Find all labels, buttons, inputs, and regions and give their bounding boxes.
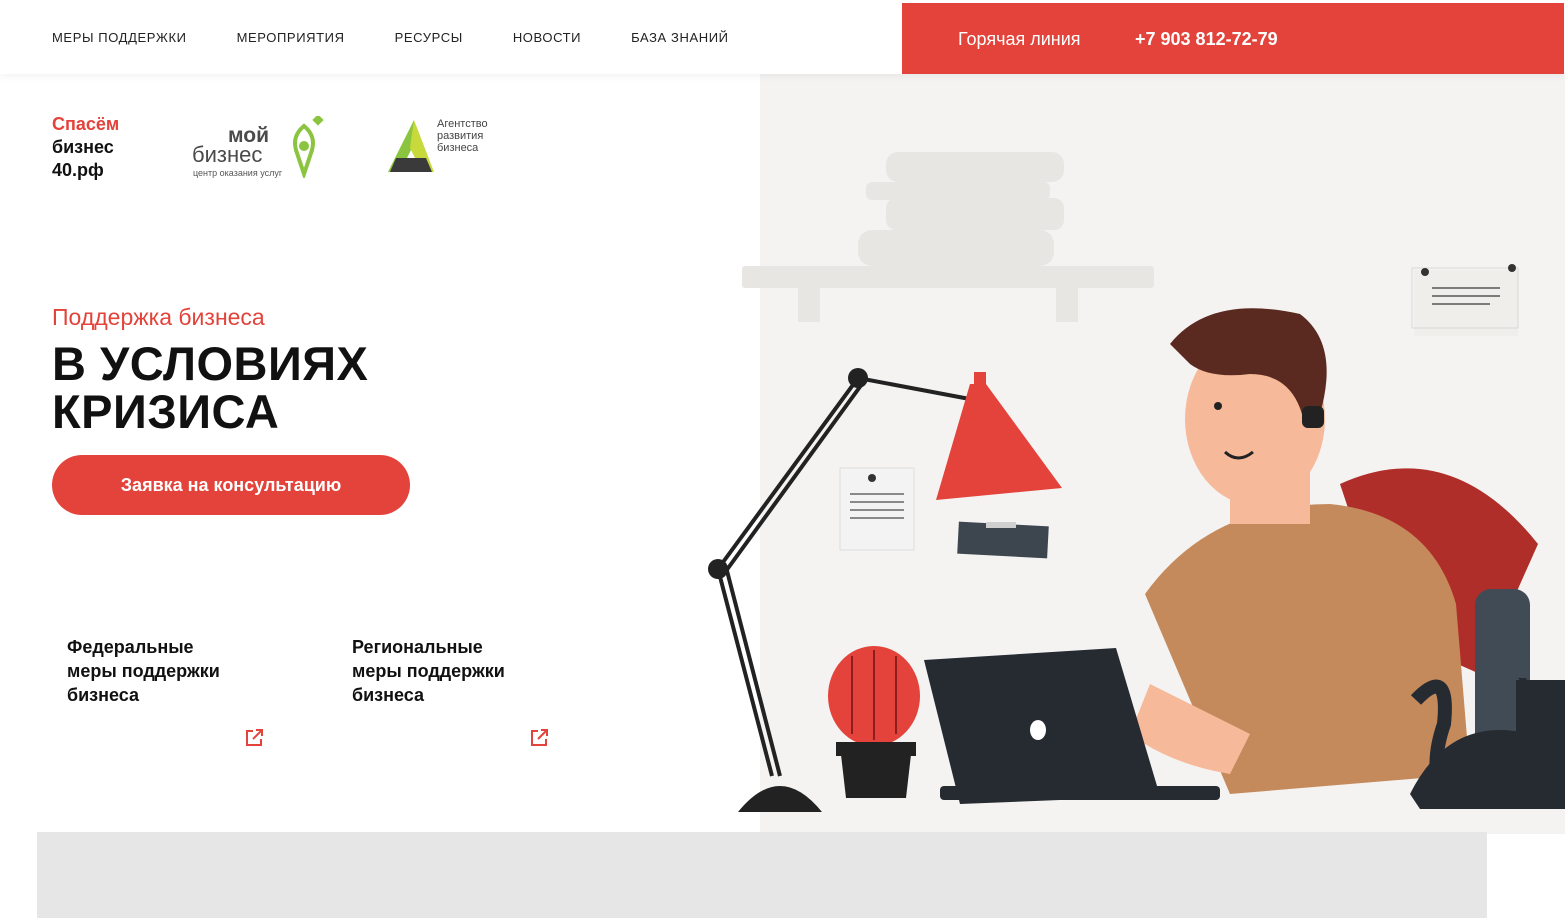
logo-moy-biznes[interactable]: мой бизнес центр оказания услуг — [192, 116, 332, 180]
federal-measures-card[interactable]: Федеральные меры поддержки бизнеса — [67, 635, 277, 707]
logo-spasem-line3: 40.рф — [52, 160, 104, 180]
logo-moy-line2: бизнес — [192, 142, 263, 167]
wall-note-right — [1411, 264, 1519, 336]
logo-moy-tagline: центр оказания услуг — [193, 168, 283, 178]
hero-title: В УСЛОВИЯХ КРИЗИСА — [52, 340, 368, 436]
external-link-icon[interactable] — [529, 728, 549, 748]
location-pin-icon — [293, 116, 324, 178]
bookshelf-illustration — [742, 152, 1154, 322]
nav-item-support-measures[interactable]: Меры поддержки — [52, 30, 187, 45]
hero-title-line2: КРИЗИСА — [52, 385, 280, 438]
logo-agency-text: Агентство развития бизнеса — [437, 118, 488, 154]
nav-item-resources[interactable]: Ресурсы — [395, 30, 463, 45]
next-section-strip — [37, 832, 1487, 918]
logo-spasem-line1: Спасём — [52, 114, 120, 134]
hotline-phone-link[interactable]: +7 903 812-72-79 — [1135, 29, 1278, 50]
logo-agency-line1: Агентство — [437, 118, 488, 130]
consultation-request-button[interactable]: Заявка на консультацию — [52, 455, 410, 515]
agency-triangle-logo-icon — [388, 120, 434, 172]
external-link-icon[interactable] — [244, 728, 264, 748]
logo-spasem-line2: бизнес — [52, 137, 114, 157]
wall-note-left — [839, 467, 915, 551]
wall-note-dark — [957, 521, 1049, 559]
nav-item-news[interactable]: Новости — [513, 30, 581, 45]
top-header: Меры поддержки Мероприятия Ресурсы Новос… — [0, 0, 1565, 74]
cactus-illustration — [828, 646, 920, 798]
federal-card-line3: бизнеса — [67, 685, 140, 705]
logo-agency-line3: бизнеса — [437, 142, 479, 154]
hotline-label: Горячая линия — [958, 29, 1081, 49]
logo-agency-business-development[interactable]: Агентство развития бизнеса — [386, 118, 516, 178]
nav-item-knowledge-base[interactable]: База знаний — [631, 30, 729, 45]
federal-card-line2: меры поддержки — [67, 661, 220, 681]
main-nav: Меры поддержки Мероприятия Ресурсы Новос… — [52, 30, 779, 45]
nav-item-events[interactable]: Мероприятия — [237, 30, 345, 45]
office-worker-illustration — [708, 152, 1565, 812]
person-illustration — [1130, 308, 1470, 794]
hero-title-line1: В УСЛОВИЯХ — [52, 337, 369, 390]
hotline-bar: Горячая линия +7 903 812-72-79 — [902, 3, 1564, 74]
hero-subtitle: Поддержка бизнеса — [52, 304, 265, 330]
federal-card-line1: Федеральные — [67, 637, 194, 657]
regional-card-line2: меры поддержки — [352, 661, 505, 681]
logo-spasem-biznes[interactable]: Спасём бизнес 40.рф — [52, 113, 119, 182]
regional-measures-card[interactable]: Региональные меры поддержки бизнеса — [352, 635, 562, 707]
logo-agency-line2: развития — [437, 130, 484, 142]
regional-card-line3: бизнеса — [352, 685, 425, 705]
regional-card-line1: Региональные — [352, 637, 483, 657]
